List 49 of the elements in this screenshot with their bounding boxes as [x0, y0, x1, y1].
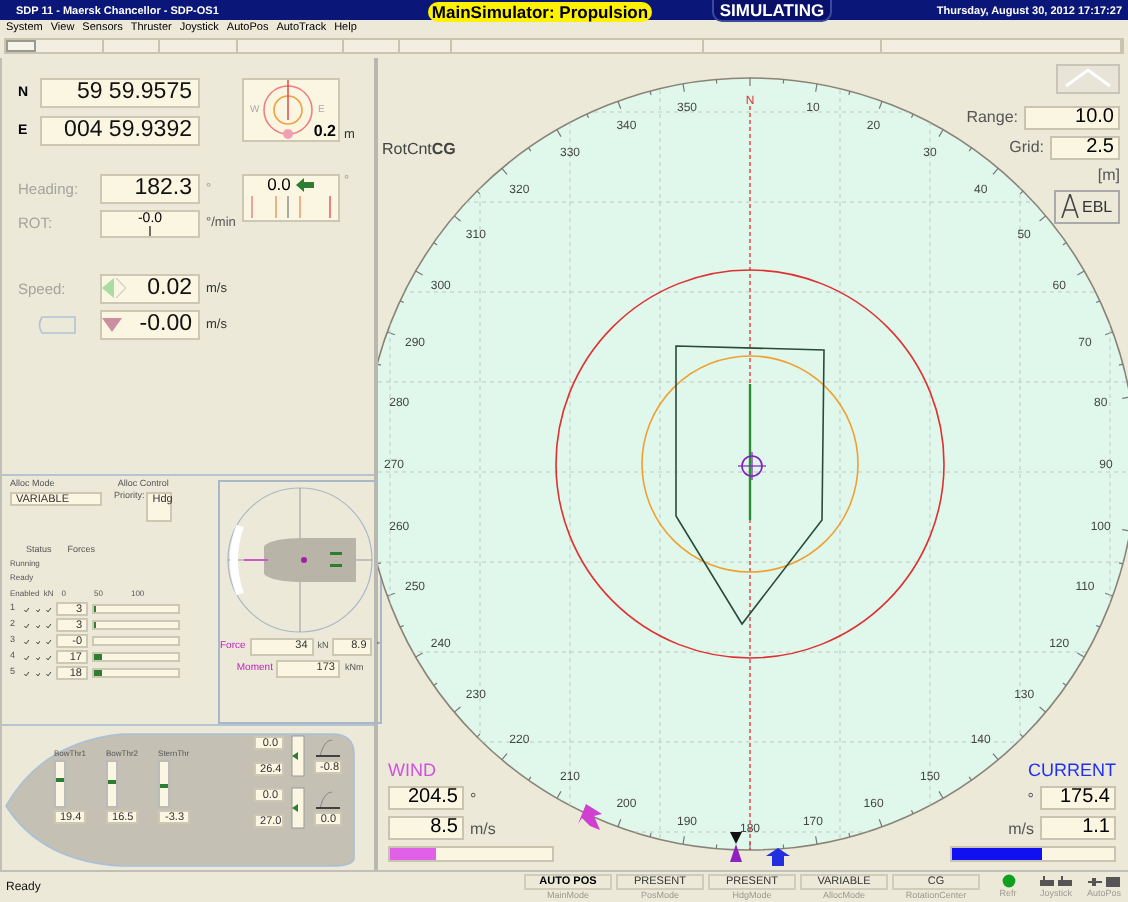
current-arrow-icon [766, 847, 790, 866]
wind-speed-field: 8.5 [388, 816, 464, 841]
triangle-down-icon [102, 317, 122, 332]
offset-value: 0.2 [313, 121, 336, 140]
toolbar-button[interactable] [6, 39, 36, 52]
speed-field: -0.00 [100, 309, 200, 340]
wind-arrow-icon [578, 803, 602, 830]
wind-direction-marker-icon [730, 843, 742, 862]
chevron-up-icon [1064, 68, 1112, 89]
speed-field: 0.02 [100, 273, 200, 304]
simulator-mode-badge: MainSimulator: Propulsion [428, 1, 652, 21]
triangle-left-icon [102, 278, 126, 299]
propeller-gauge-icon [288, 785, 309, 830]
simulation-state-badge: SIMULATING [712, 0, 832, 22]
propeller-gauge-icon [288, 733, 309, 778]
range-label: Range: [966, 108, 1018, 127]
joystick-icon [1040, 875, 1072, 888]
thruster-force-bar [92, 636, 180, 647]
grid-label: Grid: [1009, 138, 1044, 157]
scroll-up-button[interactable] [1056, 63, 1120, 94]
rotation-center-label: RotCntCG [382, 139, 456, 158]
rudder-angle-icon [312, 737, 345, 758]
wind-heading: WIND [388, 760, 438, 781]
arrow-left-icon [296, 177, 315, 192]
current-heading: CURRENT [1028, 760, 1116, 781]
grid-field[interactable]: 2.5 [1050, 135, 1120, 160]
unit-label: m/s [1008, 819, 1034, 838]
heading-field: 182.3 [100, 173, 200, 204]
unit-label: [m] [1097, 165, 1120, 184]
coordinate-field: 004 59.9392 [40, 115, 200, 146]
rudder-angle-icon [312, 789, 345, 810]
coordinate-field: 59 59.9575 [40, 77, 200, 108]
position-marker-icon [737, 451, 767, 481]
unit-label: m/s [470, 819, 496, 838]
heading-line [748, 383, 752, 520]
unit-label: ° [1027, 789, 1034, 808]
heading-marker-icon [730, 831, 742, 844]
current-speed-field: 1.1 [1040, 816, 1116, 841]
autopos-icon [1088, 875, 1120, 888]
compass-tool-icon [1060, 194, 1080, 219]
ebl-button[interactable]: EBL [1054, 189, 1120, 224]
heading-bars-drawing [246, 193, 336, 218]
wind-direction-field: 204.5 [388, 786, 464, 811]
vessel-outline-icon [36, 315, 76, 334]
current-direction-field: 175.4 [1040, 786, 1116, 811]
rot-indicator-icon [148, 225, 152, 236]
range-field[interactable]: 10.0 [1024, 105, 1120, 130]
heading-setpoint-display: 0.0 [242, 173, 340, 222]
unit-label: ° [470, 789, 477, 808]
